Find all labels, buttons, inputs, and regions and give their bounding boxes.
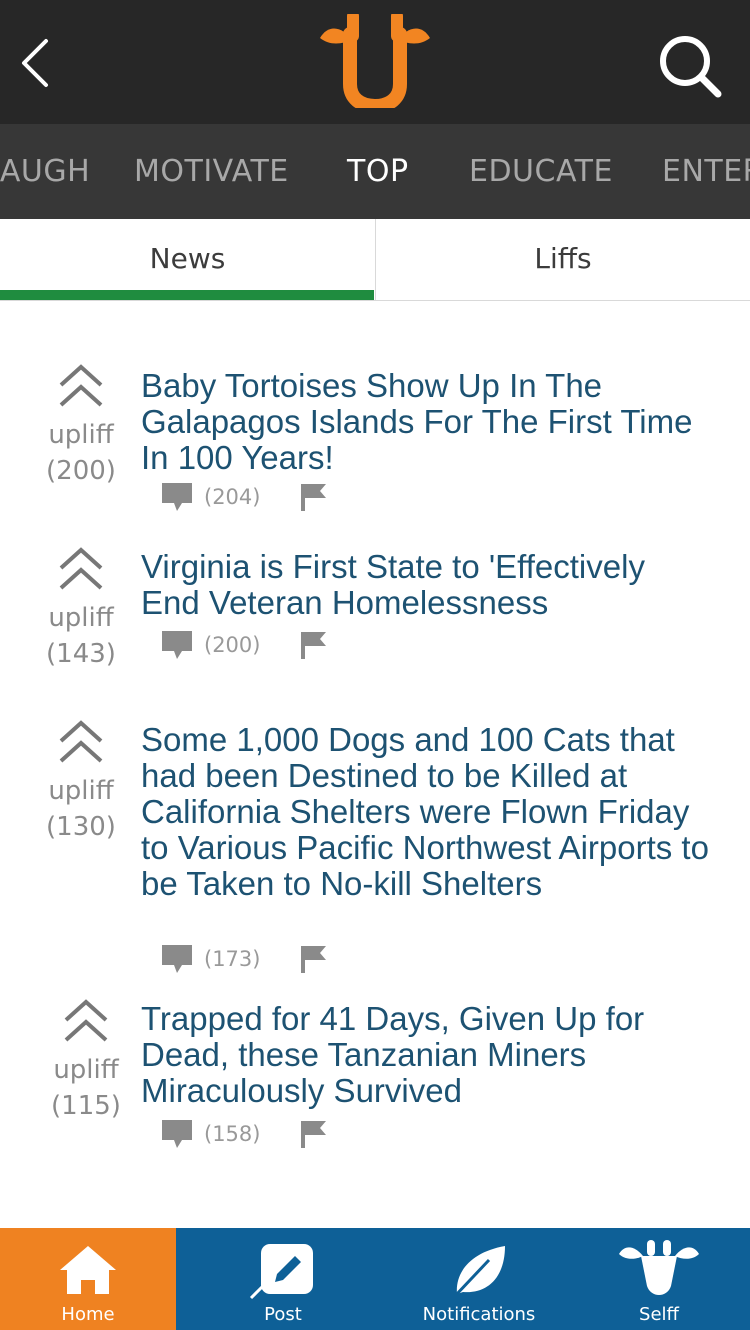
tab-liffs[interactable]: Liffs [375, 219, 750, 300]
upliff-button[interactable]: upliff (130) [36, 719, 126, 845]
nav-selff-label: Selff [639, 1304, 679, 1325]
comments-button[interactable]: (173) [160, 943, 260, 975]
article-headline[interactable]: Some 1,000 Dogs and 100 Cats that had be… [141, 722, 711, 902]
upliff-count: (115) [51, 1091, 121, 1121]
category-tab-top[interactable]: TOP [347, 124, 409, 219]
comment-icon [162, 631, 192, 659]
article-actions: (173) [160, 941, 328, 977]
double-chevron-up-icon [59, 364, 103, 407]
article-headline[interactable]: Baby Tortoises Show Up In The Galapagos … [141, 368, 711, 476]
comment-count: (173) [204, 947, 261, 971]
flag-icon[interactable] [300, 482, 328, 512]
nav-home[interactable]: Home [0, 1228, 176, 1330]
nav-notifications[interactable]: Notifications [390, 1228, 568, 1330]
category-tab-educate[interactable]: EDUCATE [469, 124, 613, 219]
nav-post[interactable]: Post [176, 1228, 390, 1330]
chevron-left-icon [22, 39, 48, 87]
upliff-button[interactable]: upliff (143) [36, 546, 126, 672]
uplifff-logo[interactable] [318, 14, 432, 108]
double-chevron-up-icon [64, 999, 108, 1042]
upliff-count: (200) [46, 456, 116, 486]
tab-news[interactable]: News [0, 219, 375, 300]
comment-icon [162, 945, 192, 973]
category-tab-entertain[interactable]: ENTERTAIN [662, 124, 750, 219]
comment-count: (158) [204, 1122, 261, 1146]
comments-button[interactable]: (204) [160, 481, 260, 513]
double-chevron-up-icon [59, 547, 103, 590]
pencil-icon [249, 1244, 313, 1300]
back-button[interactable] [10, 30, 60, 96]
upliff-button[interactable]: upliff (200) [36, 363, 126, 489]
upliff-label: upliff [53, 1055, 119, 1085]
top-app-bar [0, 0, 750, 124]
upliff-label: upliff [48, 603, 114, 633]
article-actions: (158) [160, 1116, 328, 1152]
active-tab-indicator [0, 290, 374, 300]
double-chevron-up-icon [59, 720, 103, 763]
upliff-count: (143) [46, 639, 116, 669]
comment-icon [162, 1120, 192, 1148]
nav-post-label: Post [264, 1304, 302, 1325]
upliff-button[interactable]: upliff (115) [41, 998, 131, 1124]
article-actions: (204) [160, 479, 328, 515]
giraffe-icon [619, 1240, 699, 1295]
category-tab-bar: LAUGH MOTIVATE TOP EDUCATE ENTERTAIN [0, 124, 750, 219]
search-icon [660, 36, 722, 98]
flag-icon[interactable] [300, 630, 328, 660]
nav-notifications-label: Notifications [422, 1304, 536, 1325]
upliff-count: (130) [46, 812, 116, 842]
leaf-icon [453, 1246, 505, 1298]
category-tab-motivate[interactable]: MOTIVATE [134, 124, 289, 219]
category-tab-laugh[interactable]: LAUGH [0, 124, 90, 219]
comments-button[interactable]: (158) [160, 1118, 260, 1150]
comment-count: (204) [204, 485, 261, 509]
article-actions: (200) [160, 627, 328, 663]
search-button[interactable] [654, 30, 724, 100]
comment-count: (200) [204, 633, 261, 657]
home-icon [60, 1246, 116, 1294]
article-headline[interactable]: Trapped for 41 Days, Given Up for Dead, … [141, 1001, 711, 1109]
flag-icon[interactable] [300, 1119, 328, 1149]
comments-button[interactable]: (200) [160, 629, 260, 661]
bottom-navigation: Home Post Notifications Selff [0, 1228, 750, 1330]
flag-icon[interactable] [300, 944, 328, 974]
nav-selff[interactable]: Selff [568, 1228, 750, 1330]
article-headline[interactable]: Virginia is First State to 'Effectively … [141, 549, 711, 621]
upliff-label: upliff [48, 420, 114, 450]
upliff-label: upliff [48, 776, 114, 806]
comment-icon [162, 483, 192, 511]
nav-home-label: Home [61, 1304, 115, 1325]
sub-tab-bar: News Liffs [0, 219, 750, 301]
